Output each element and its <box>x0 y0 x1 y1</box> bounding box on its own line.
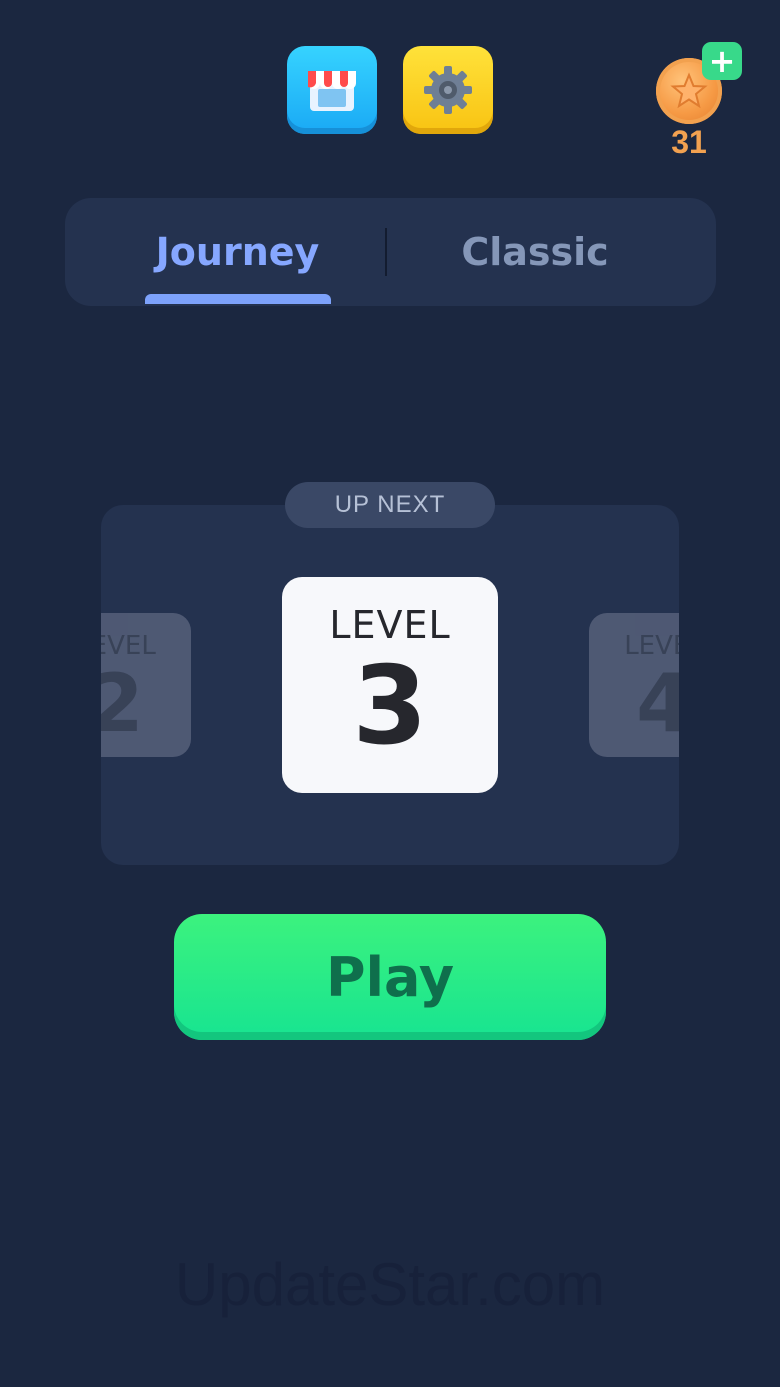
up-next-badge: UP NEXT <box>285 482 495 528</box>
settings-button[interactable] <box>403 46 493 134</box>
level-number: 3 <box>352 644 428 769</box>
level-card-previous[interactable]: LEVEL 2 <box>101 613 191 757</box>
tab-classic[interactable]: Classic <box>435 198 635 306</box>
level-card-next[interactable]: LEVEL 4 <box>589 613 679 757</box>
shop-icon <box>308 71 356 111</box>
level-number: 4 <box>636 657 679 750</box>
play-button[interactable]: Play <box>174 914 606 1040</box>
gear-icon <box>424 66 472 114</box>
level-card-current[interactable]: LEVEL 3 <box>282 577 498 793</box>
coin-count: 31 <box>671 124 707 160</box>
level-carousel[interactable]: LEVEL 2 LEVEL 3 LEVEL 4 <box>101 505 679 865</box>
tab-divider <box>385 228 387 276</box>
coin-balance: + 31 <box>650 40 750 160</box>
level-label: LEVEL <box>329 603 451 647</box>
watermark: UpdateStar.com <box>174 1251 606 1318</box>
active-tab-indicator <box>145 294 331 304</box>
star-icon <box>670 72 708 109</box>
tab-journey[interactable]: Journey <box>135 198 340 306</box>
add-coins-button[interactable]: + <box>702 42 742 80</box>
shop-button[interactable] <box>287 46 377 134</box>
level-number: 2 <box>101 657 144 750</box>
mode-tabs: Journey Classic <box>65 198 716 306</box>
